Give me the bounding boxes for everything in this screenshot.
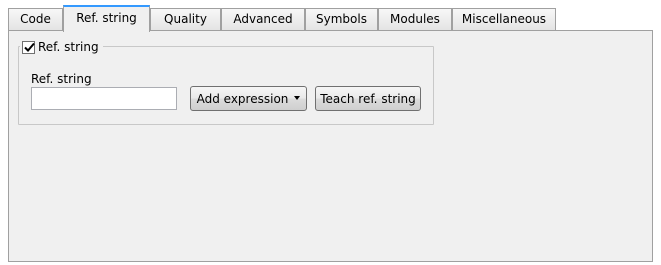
tab-ref-string[interactable]: Ref. string [63,5,150,32]
caret-down-icon [294,95,301,100]
ref-string-checkbox-label[interactable]: Ref. string [38,40,99,54]
tab-symbols[interactable]: Symbols [305,8,378,30]
add-expression-label: Add expression [196,91,289,106]
checkmark-icon [24,42,35,52]
tab-advanced[interactable]: Advanced [221,8,305,30]
add-expression-button[interactable]: Add expression [190,86,307,111]
tab-panel-ref-string: Ref. string Ref. string Add expression T… [8,30,653,262]
ref-string-checkbox[interactable] [22,40,35,54]
tab-modules[interactable]: Modules [378,8,452,30]
teach-ref-string-label: Teach ref. string [320,91,416,106]
tab-code[interactable]: Code [8,8,63,30]
tab-miscellaneous[interactable]: Miscellaneous [452,8,556,30]
ref-string-settings-window: Code Ref. string Quality Advanced Symbol… [0,0,661,265]
tab-quality[interactable]: Quality [150,8,221,30]
ref-string-input[interactable] [31,87,177,110]
ref-string-group-header: Ref. string [20,39,103,55]
tab-bar: Code Ref. string Quality Advanced Symbol… [8,0,653,32]
teach-ref-string-button[interactable]: Teach ref. string [315,86,421,111]
ref-string-field-label: Ref. string [31,72,92,86]
